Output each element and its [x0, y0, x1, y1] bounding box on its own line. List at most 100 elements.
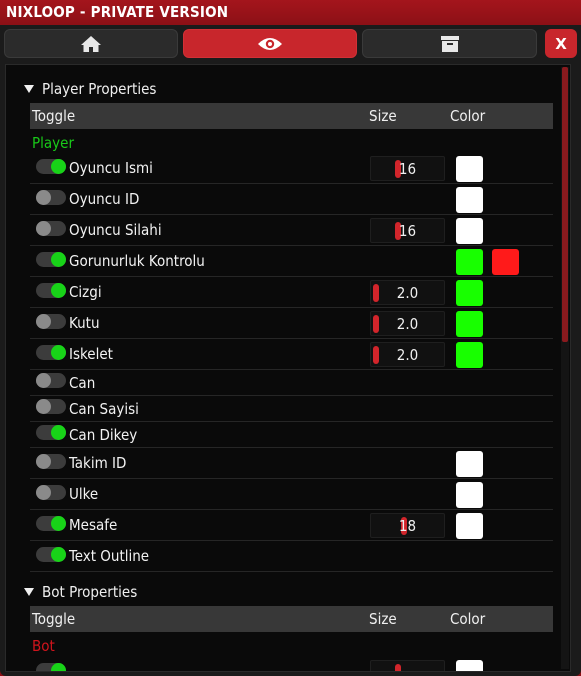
row-label: Oyuncu Silahi	[69, 221, 162, 239]
slider-value: 2.0	[396, 315, 419, 333]
toggle-switch[interactable]	[36, 663, 66, 671]
toggle-switch[interactable]	[36, 159, 66, 174]
slider-value: 16	[398, 160, 417, 178]
player-row: Ulke	[30, 479, 553, 510]
size-slider[interactable]: 2.0	[370, 311, 445, 336]
window-title: NIXLOOP - PRIVATE VERSION	[0, 0, 581, 25]
row-label: Oyuncu ID	[69, 190, 140, 208]
size-slider[interactable]: 18	[370, 513, 445, 538]
toggle-switch[interactable]	[36, 425, 66, 440]
header-size: Size	[369, 610, 397, 628]
color-swatch[interactable]	[456, 187, 483, 213]
toggle-knob	[51, 345, 66, 360]
player-row: Oyuncu ID	[30, 184, 553, 215]
slider-value: 16	[398, 222, 417, 240]
toggle-knob	[36, 190, 51, 205]
toggle-switch[interactable]	[36, 485, 66, 500]
color-swatch[interactable]	[456, 342, 483, 368]
size-slider[interactable]: 16	[370, 218, 445, 243]
size-slider[interactable]	[370, 660, 445, 671]
color-swatch[interactable]	[456, 249, 483, 275]
tab-visuals[interactable]	[183, 29, 357, 58]
toggle-knob	[51, 159, 66, 174]
row-label: Can	[69, 374, 96, 392]
color-swatch[interactable]	[456, 218, 483, 244]
color-swatch[interactable]	[456, 482, 483, 508]
toggle-knob	[51, 547, 66, 562]
player-row: Oyuncu Ismi 16	[30, 153, 553, 184]
size-slider[interactable]: 16	[370, 156, 445, 181]
color-swatch[interactable]	[456, 311, 483, 337]
row-label: Ulke	[69, 485, 99, 503]
eye-icon	[258, 37, 282, 50]
color-swatch[interactable]	[492, 249, 519, 275]
toggle-knob	[36, 399, 51, 414]
row-label: Kutu	[69, 314, 100, 332]
row-label: Oyuncu Ismi	[69, 159, 153, 177]
collapse-triangle-icon	[24, 85, 34, 93]
color-swatch[interactable]	[456, 660, 483, 671]
row-label: Can Sayisi	[69, 400, 139, 418]
row-label: Can Dikey	[69, 426, 138, 444]
player-row: Kutu 2.0	[30, 308, 553, 339]
player-row: Can Sayisi	[30, 396, 553, 422]
scrollbar[interactable]	[561, 67, 569, 669]
toggle-knob	[36, 454, 51, 469]
row-label: Takim ID	[69, 454, 127, 472]
row-label: Iskelet	[69, 345, 113, 363]
header-color: Color	[450, 107, 486, 125]
toggle-switch[interactable]	[36, 373, 66, 388]
tab-bar: X	[4, 29, 577, 59]
size-slider[interactable]: 2.0	[370, 342, 445, 367]
settings-panel: Player Properties Toggle Size Color Play…	[5, 64, 571, 672]
player-row: Can Dikey	[30, 422, 553, 448]
header-toggle: Toggle	[32, 610, 76, 628]
player-row: Text Outline	[30, 541, 553, 572]
toggle-switch[interactable]	[36, 454, 66, 469]
tab-home[interactable]	[4, 29, 178, 58]
row-label: Mesafe	[69, 516, 118, 534]
header-color: Color	[450, 610, 486, 628]
header-size: Size	[369, 107, 397, 125]
row-label: Cizgi	[69, 283, 102, 301]
scrollbar-thumb[interactable]	[562, 67, 568, 342]
toggle-switch[interactable]	[36, 190, 66, 205]
color-swatch[interactable]	[456, 156, 483, 182]
home-icon	[81, 35, 101, 52]
toggle-switch[interactable]	[36, 516, 66, 531]
player-row: Gorunurluk Kontrolu	[30, 246, 553, 277]
toggle-switch[interactable]	[36, 399, 66, 414]
toggle-knob	[51, 425, 66, 440]
bot-properties-header[interactable]: Bot Properties	[24, 581, 137, 603]
toggle-switch[interactable]	[36, 283, 66, 298]
bot-table-header: Toggle Size Color	[30, 606, 553, 632]
player-row: Cizgi 2.0	[30, 277, 553, 308]
color-swatch[interactable]	[456, 513, 483, 539]
close-button[interactable]: X	[545, 29, 577, 58]
player-row: Iskelet 2.0	[30, 339, 553, 370]
player-table-header: Toggle Size Color	[30, 103, 553, 129]
toggle-knob	[36, 221, 51, 236]
size-slider[interactable]: 2.0	[370, 280, 445, 305]
slider-value: 2.0	[396, 346, 419, 364]
player-group-label: Player	[32, 134, 74, 152]
collapse-triangle-icon	[24, 588, 34, 596]
toggle-switch[interactable]	[36, 252, 66, 267]
slider-value: 2.0	[396, 284, 419, 302]
player-properties-header[interactable]: Player Properties	[24, 78, 156, 100]
player-row: Oyuncu Silahi 16	[30, 215, 553, 246]
slider-value: 18	[398, 517, 417, 535]
row-label: Text Outline	[69, 547, 150, 565]
player-row: Can	[30, 370, 553, 396]
header-toggle: Toggle	[32, 107, 76, 125]
color-swatch[interactable]	[456, 280, 483, 306]
bot-group-label: Bot	[32, 637, 55, 655]
tab-storage[interactable]	[362, 29, 537, 58]
toggle-switch[interactable]	[36, 314, 66, 329]
toggle-switch[interactable]	[36, 547, 66, 562]
toggle-switch[interactable]	[36, 221, 66, 236]
toggle-switch[interactable]	[36, 345, 66, 360]
row-label: Gorunurluk Kontrolu	[69, 252, 205, 270]
color-swatch[interactable]	[456, 451, 483, 477]
section-title: Player Properties	[42, 80, 157, 98]
